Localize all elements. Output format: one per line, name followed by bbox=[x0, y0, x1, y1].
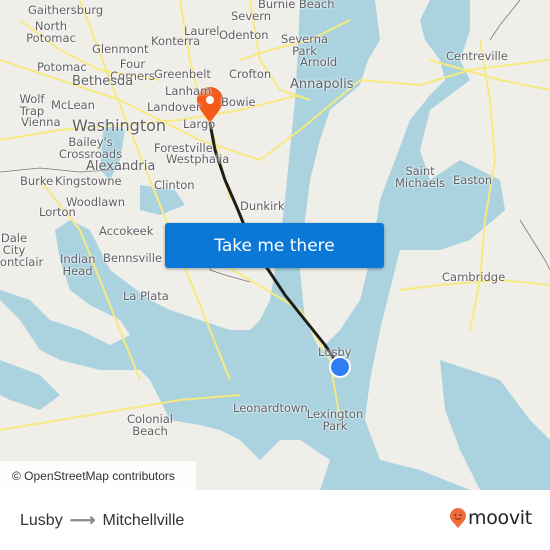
place-label: Greenbelt bbox=[154, 67, 211, 81]
place-label: Burke bbox=[20, 174, 54, 188]
place-label: Burnie Beach bbox=[258, 0, 335, 11]
place-label: Severna Park bbox=[280, 32, 329, 58]
place-label: Odenton bbox=[219, 28, 269, 42]
route-title: Lusby ⟶ Mitchellville bbox=[20, 510, 184, 531]
place-label: Cambridge bbox=[442, 270, 506, 284]
place-label: Potomac bbox=[37, 60, 87, 74]
origin-name: Lusby bbox=[20, 511, 63, 529]
moovit-pin-icon bbox=[450, 508, 466, 528]
place-label: McLean bbox=[51, 98, 95, 112]
place-label: Colonial Beach bbox=[126, 412, 174, 438]
place-label: Bennsville bbox=[103, 251, 162, 265]
place-label: Lusby bbox=[318, 345, 352, 359]
place-label: Vienna bbox=[21, 115, 61, 129]
place-label: Leonardtown bbox=[233, 401, 308, 415]
place-label: Konterra bbox=[151, 34, 201, 48]
origin-marker[interactable] bbox=[329, 356, 351, 378]
take-me-there-button[interactable]: Take me there bbox=[165, 223, 384, 268]
place-label: Accokeek bbox=[99, 224, 154, 238]
place-label: Largo bbox=[183, 117, 216, 131]
place-label: Severn bbox=[231, 9, 272, 23]
destination-name: Mitchellville bbox=[102, 511, 185, 529]
place-label: Landover bbox=[147, 100, 201, 114]
place-label: Alexandria bbox=[86, 159, 156, 174]
place-label: Dale City bbox=[0, 231, 28, 257]
place-label: Arnold bbox=[300, 55, 338, 69]
place-label: Crofton bbox=[229, 67, 272, 81]
map-view[interactable]: Gaithersburg North Potomac Laurel Konter… bbox=[0, 0, 550, 490]
place-label: Saint Michaels bbox=[395, 164, 446, 190]
map-attribution[interactable]: © OpenStreetMap contributors bbox=[0, 461, 196, 490]
place-label: Washington bbox=[72, 116, 167, 135]
place-label: Lanham bbox=[165, 84, 212, 98]
place-label: North Potomac bbox=[26, 19, 76, 45]
place-label: Clinton bbox=[154, 178, 195, 192]
place-label: Montclair bbox=[0, 255, 44, 269]
place-label: Easton bbox=[453, 173, 493, 187]
place-label: Bethesda bbox=[72, 74, 134, 89]
place-label: Bailey's Crossroads bbox=[58, 135, 123, 161]
place-label: Lexington Park bbox=[306, 407, 364, 433]
place-label: Gaithersburg bbox=[28, 3, 104, 17]
place-label: Annapolis bbox=[290, 77, 354, 92]
footer-bar: Lusby ⟶ Mitchellville moovit bbox=[0, 490, 550, 550]
moovit-wordmark: moovit bbox=[468, 507, 532, 529]
moovit-logo[interactable]: moovit bbox=[450, 507, 532, 529]
place-label: Bowie bbox=[221, 95, 256, 109]
place-label: Indian Head bbox=[60, 252, 96, 278]
place-label: Dunkirk bbox=[240, 199, 285, 213]
place-label: Glenmont bbox=[92, 42, 149, 56]
place-label: La Plata bbox=[123, 289, 169, 303]
arrow-right-icon: ⟶ bbox=[69, 510, 96, 530]
place-label: Wolf Trap bbox=[19, 92, 45, 118]
place-label: Lorton bbox=[39, 205, 76, 219]
place-label: Centreville bbox=[446, 49, 508, 63]
place-label: Kingstowne bbox=[55, 174, 122, 188]
place-label: Westphalia bbox=[166, 152, 230, 166]
